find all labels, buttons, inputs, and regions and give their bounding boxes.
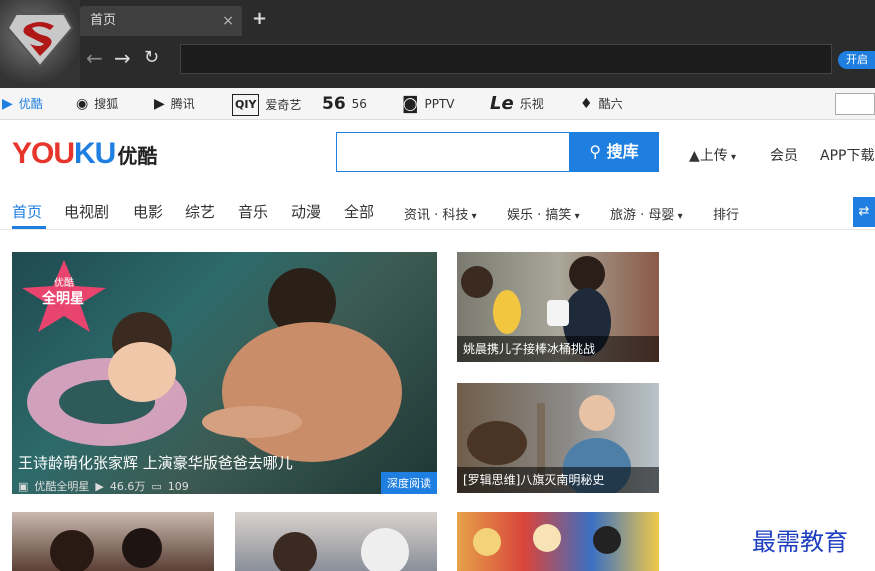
bookmark-iqiyi[interactable]: QIY 爱奇艺 xyxy=(232,94,301,116)
watermark: 最需教育 xyxy=(752,528,848,556)
open-toggle-button[interactable]: 开启 xyxy=(838,51,875,69)
bookmark-letv[interactable]: Le 乐视 xyxy=(490,94,544,114)
bookmark-label: 爱奇艺 xyxy=(265,98,302,112)
dropdown-label: 娱乐 · 搞笑 xyxy=(507,208,572,223)
close-icon[interactable]: × xyxy=(222,6,234,36)
nav-item-rank[interactable]: 排行 xyxy=(713,204,739,223)
superman-logo-icon xyxy=(6,13,74,68)
bookmark-label: 酷六 xyxy=(598,97,623,111)
dropdown-label: 旅游 · 母婴 xyxy=(610,208,675,223)
video-thumbnail xyxy=(50,528,162,571)
nav-item-movie[interactable]: 电影 xyxy=(133,201,163,222)
upload-button[interactable]: ▲上传 ▾ xyxy=(689,145,736,165)
forward-icon[interactable]: → xyxy=(114,47,131,69)
video-tile[interactable] xyxy=(457,512,659,571)
feature-title[interactable]: 王诗龄萌化张家辉 上演豪华版爸爸去哪儿 xyxy=(18,452,293,473)
bookmark-label: 乐视 xyxy=(519,97,544,111)
back-icon[interactable]: ← xyxy=(86,47,103,69)
bookmark-ku6[interactable]: ♦ 酷六 xyxy=(580,94,623,114)
bookmark-pptv[interactable]: ◙ PPTV xyxy=(402,94,455,114)
chevron-down-icon: ▾ xyxy=(468,211,477,222)
new-tab-icon[interactable]: + xyxy=(252,8,267,29)
nav-item-music[interactable]: 音乐 xyxy=(238,201,268,222)
browser-logo xyxy=(0,0,80,88)
upload-icon: ▲ xyxy=(689,148,700,164)
letv-icon: Le xyxy=(490,93,514,114)
56-icon: 56 xyxy=(322,94,346,114)
star-badge-label: 全明星 xyxy=(42,291,84,307)
chevron-down-icon: ▾ xyxy=(571,211,580,222)
navigation-bar: ← → ↻ 开启 xyxy=(80,40,875,78)
youku-logo[interactable]: YOUKU 优酷 xyxy=(12,137,157,171)
nav-item-anime[interactable]: 动漫 xyxy=(291,201,321,222)
all-star-badge: 优酷 全明星 xyxy=(18,258,110,338)
pptv-icon: ◙ xyxy=(402,94,419,114)
star-badge-top-label: 优酷 xyxy=(54,278,74,289)
nav-item-variety[interactable]: 综艺 xyxy=(185,201,215,222)
search-button-label: 搜库 xyxy=(606,142,639,161)
comment-icon: ▭ xyxy=(151,479,162,493)
bookmark-label: 56 xyxy=(351,97,367,111)
side-toggle-button[interactable]: ⇄ xyxy=(853,197,875,227)
feature-views: 46.6万 xyxy=(109,480,146,493)
bookmark-label: 搜狐 xyxy=(94,97,119,111)
address-bar[interactable] xyxy=(180,44,832,74)
bookmark-youku[interactable]: ▶ 优酷 xyxy=(2,94,43,114)
video-tile[interactable] xyxy=(12,512,214,571)
side-video-tile[interactable]: 姚晨携儿子接棒冰桶挑战 xyxy=(457,252,659,362)
search-input[interactable] xyxy=(336,132,570,172)
play-icon: ▶ xyxy=(95,479,104,493)
search-button[interactable]: ⚲ 搜库 xyxy=(569,132,659,172)
app-download-link[interactable]: APP下载 xyxy=(820,145,874,165)
channel-icon: ▣ xyxy=(18,479,29,493)
side-tile-caption: 姚晨携儿子接棒冰桶挑战 xyxy=(457,336,659,362)
tab-home[interactable]: 首页 × xyxy=(80,6,242,36)
chevron-down-icon: ▾ xyxy=(727,152,736,163)
feature-comments: 109 xyxy=(167,479,189,493)
bookmark-56[interactable]: 56 56 xyxy=(322,94,367,114)
member-link[interactable]: 会员 xyxy=(770,145,798,165)
bookmark-search-box[interactable] xyxy=(835,93,875,115)
video-thumbnail xyxy=(473,524,621,556)
bookmark-label: 腾讯 xyxy=(170,97,195,111)
swap-icon: ⇄ xyxy=(858,204,870,219)
bookmark-tencent[interactable]: ▶ 腾讯 xyxy=(154,94,195,114)
feature-channel[interactable]: 优酷全明星 xyxy=(34,478,89,494)
dropdown-label: 资讯 · 科技 xyxy=(404,208,469,223)
iqiyi-icon: QIY xyxy=(232,94,260,116)
feature-video-tile[interactable]: 优酷 全明星 王诗龄萌化张家辉 上演豪华版爸爸去哪儿 ▣ 优酷全明星 ▶ 46.… xyxy=(12,252,437,494)
youku-icon: ▶ xyxy=(2,96,13,112)
side-video-tile[interactable]: [罗辑思维]八旗灭南明秘史 xyxy=(457,383,659,493)
feature-meta: ▣ 优酷全明星 ▶ 46.6万 ▭ 109 xyxy=(18,478,189,494)
nav-dropdown-entertainment[interactable]: 娱乐 · 搞笑 ▾ xyxy=(507,204,580,223)
nav-item-tv[interactable]: 电视剧 xyxy=(64,201,109,222)
video-thumbnail xyxy=(273,528,409,571)
deep-read-badge[interactable]: 深度阅读 xyxy=(381,472,437,494)
nav-item-all[interactable]: 全部 xyxy=(344,201,374,222)
logo-text-ku: KU xyxy=(74,137,116,170)
chevron-down-icon: ▾ xyxy=(674,211,683,222)
upload-label: 上传 xyxy=(699,148,728,164)
bookmark-label: PPTV xyxy=(424,97,455,111)
video-tile[interactable] xyxy=(235,512,437,571)
logo-text-cn: 优酷 xyxy=(117,146,158,168)
browser-chrome: 首页 × + ← → ↻ 开启 xyxy=(0,0,875,88)
tab-title: 首页 xyxy=(90,13,117,28)
side-tile-caption: [罗辑思维]八旗灭南明秘史 xyxy=(457,467,659,493)
tencent-icon: ▶ xyxy=(154,96,165,112)
bookmark-sohu[interactable]: ◉ 搜狐 xyxy=(76,94,118,114)
sohu-icon: ◉ xyxy=(76,96,89,112)
bookmark-label: 优酷 xyxy=(18,97,43,111)
nav-dropdown-news[interactable]: 资讯 · 科技 ▾ xyxy=(404,204,477,223)
logo-text-you: YOU xyxy=(12,137,75,170)
search-icon: ⚲ xyxy=(589,142,602,161)
nav-dropdown-travel[interactable]: 旅游 · 母婴 ▾ xyxy=(610,204,683,223)
bookmarks-bar: ▶ 优酷 ◉ 搜狐 ▶ 腾讯 QIY 爱奇艺 56 56 ◙ PPTV Le 乐… xyxy=(0,88,875,120)
ku6-icon: ♦ xyxy=(580,96,593,112)
nav-item-home[interactable]: 首页 xyxy=(12,201,42,222)
reload-icon[interactable]: ↻ xyxy=(144,47,159,69)
nav-divider xyxy=(0,229,875,230)
